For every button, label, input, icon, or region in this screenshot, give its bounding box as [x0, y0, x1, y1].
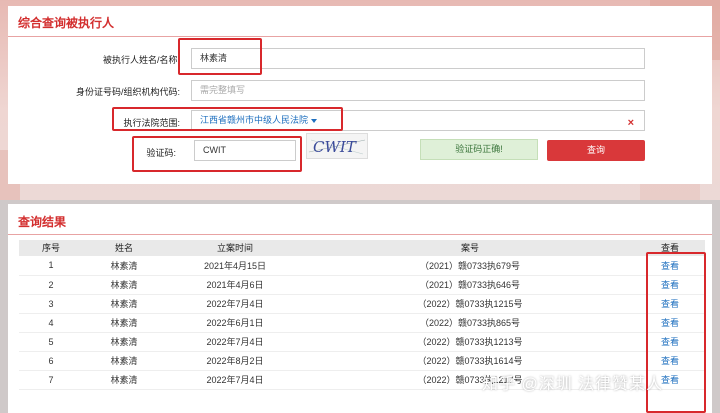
highlight-box-name — [178, 38, 262, 75]
row-name: 林素清 — [83, 313, 165, 333]
title-divider — [8, 36, 712, 37]
row-no: 4 — [19, 313, 83, 333]
table-row: 6 林素清 2022年8月2日 （2022）赣0733执1614号 查看 — [19, 351, 705, 371]
row-name: 林素清 — [83, 332, 165, 352]
results-table: 序号 姓名 立案时间 案号 查看 1 林素清 2021年4月15日 （2021）… — [19, 240, 705, 390]
row-case: （2021）赣0733执646号 — [305, 275, 635, 295]
row-name: 林素清 — [83, 294, 165, 314]
row-case: （2022）赣0733执1614号 — [305, 351, 635, 371]
captcha-image[interactable]: CWIT — [306, 133, 368, 159]
header-no: 序号 — [19, 240, 83, 256]
table-row: 2 林素清 2021年4月6日 （2021）赣0733执646号 查看 — [19, 275, 705, 295]
table-row: 1 林素清 2021年4月15日 （2021）赣0733执679号 查看 — [19, 256, 705, 276]
query-panel: 综合查询被执行人 被执行人姓名/名称: 林素清 身份证号码/组织机构代码: 需完… — [8, 6, 712, 184]
id-label: 身份证号码/组织机构代码: — [75, 87, 180, 97]
table-row: 5 林素清 2022年7月4日 （2022）赣0733执1213号 查看 — [19, 332, 705, 352]
header-case: 案号 — [305, 240, 635, 256]
row-no: 6 — [19, 351, 83, 371]
row-name: 林素清 — [83, 351, 165, 371]
name-label: 被执行人姓名/名称: — [102, 55, 180, 65]
row-case: （2021）赣0733执679号 — [305, 256, 635, 276]
row-name: 林素清 — [83, 370, 165, 390]
results-panel-title: 查询结果 — [18, 215, 67, 229]
row-date: 2022年6月1日 — [165, 313, 305, 333]
captcha-text: CWIT — [313, 138, 357, 156]
query-button[interactable]: 查询 — [547, 140, 645, 161]
captcha-ok-indicator: 验证码正确! — [420, 139, 538, 160]
row-date: 2022年8月2日 — [165, 351, 305, 371]
row-case: （2022）赣0733执1215号 — [305, 294, 635, 314]
row-name: 林素清 — [83, 256, 165, 276]
table-row: 3 林素清 2022年7月4日 （2022）赣0733执1215号 查看 — [19, 294, 705, 314]
row-name: 林素清 — [83, 275, 165, 295]
row-case: （2022）赣0733执1213号 — [305, 332, 635, 352]
header-date: 立案时间 — [165, 240, 305, 256]
row-date: 2021年4月15日 — [165, 256, 305, 276]
query-panel-title: 综合查询被执行人 — [18, 16, 115, 30]
row-no: 2 — [19, 275, 83, 295]
row-no: 1 — [19, 256, 83, 276]
title-divider — [8, 234, 712, 235]
row-date: 2021年4月6日 — [165, 275, 305, 295]
highlight-box-captcha — [132, 136, 302, 172]
row-date: 2022年7月4日 — [165, 370, 305, 390]
row-no: 5 — [19, 332, 83, 352]
row-case: （2022）赣0733执865号 — [305, 313, 635, 333]
row-date: 2022年7月4日 — [165, 294, 305, 314]
highlight-box-court — [112, 107, 343, 131]
id-input[interactable]: 需完整填写 — [191, 80, 645, 101]
table-header-row: 序号 姓名 立案时间 案号 查看 — [19, 240, 705, 256]
watermark: 知乎 @深圳 法律赞某人 — [482, 376, 664, 393]
table-row: 4 林素清 2022年6月1日 （2022）赣0733执865号 查看 — [19, 313, 705, 333]
row-no: 3 — [19, 294, 83, 314]
row-date: 2022年7月4日 — [165, 332, 305, 352]
clear-icon[interactable]: × — [628, 114, 634, 133]
captcha-graphic: CWIT — [308, 138, 366, 156]
header-name: 姓名 — [83, 240, 165, 256]
row-no: 7 — [19, 370, 83, 390]
